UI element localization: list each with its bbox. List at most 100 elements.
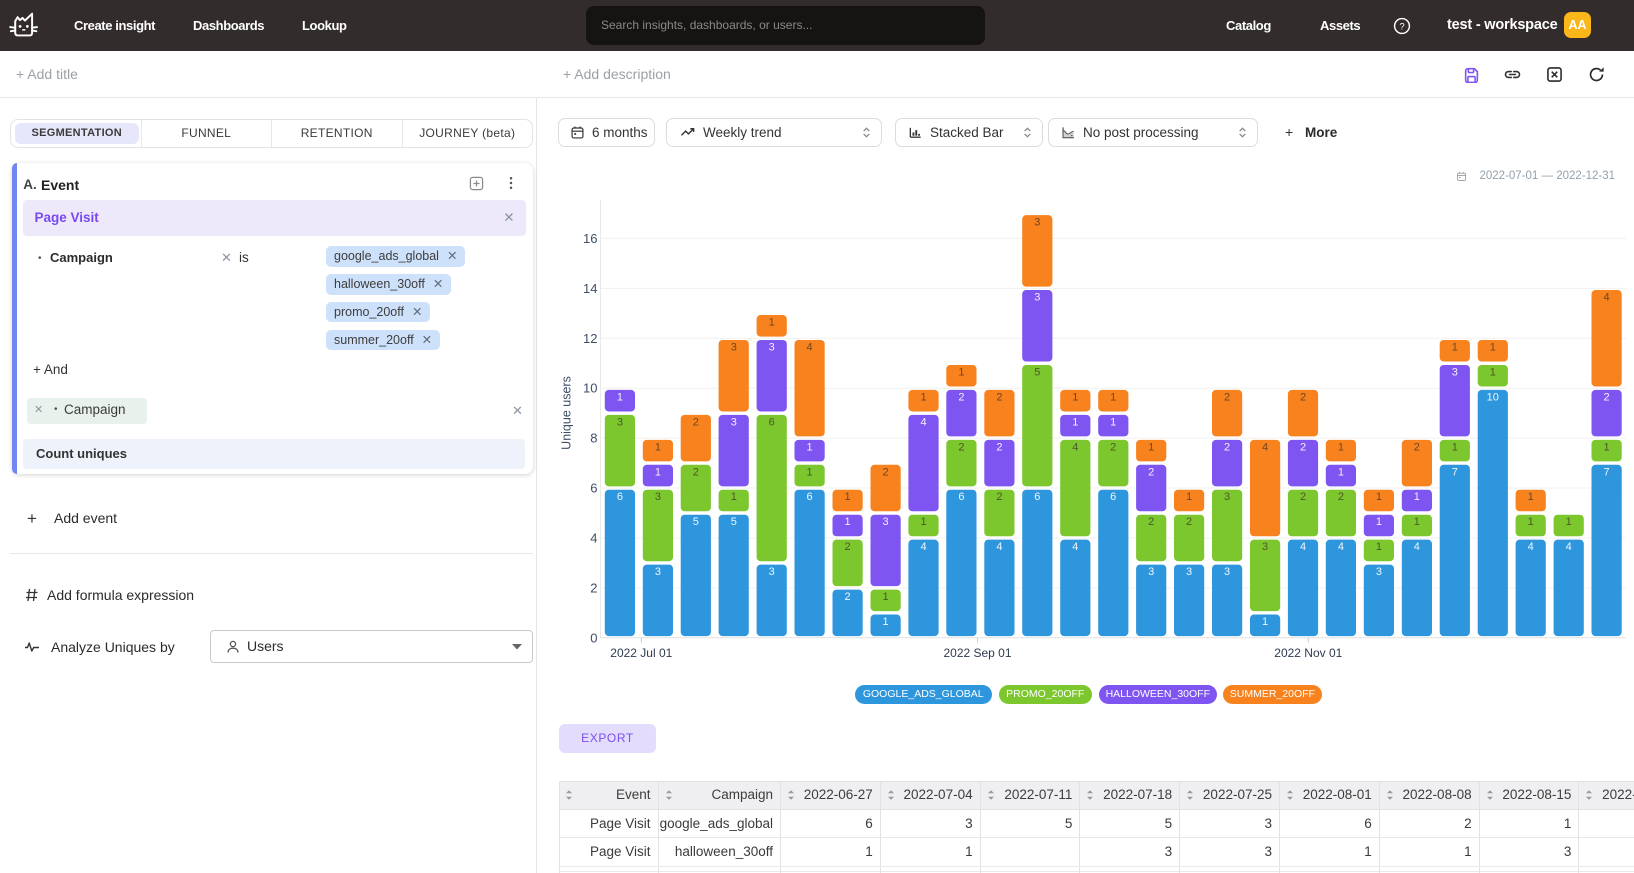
svg-text:1: 1 — [1072, 416, 1078, 428]
svg-text:1: 1 — [1110, 391, 1116, 403]
svg-text:3: 3 — [1034, 292, 1040, 304]
svg-text:4: 4 — [1338, 541, 1344, 553]
svg-text:14: 14 — [583, 281, 597, 296]
svg-text:2022 Sep 01: 2022 Sep 01 — [943, 646, 1011, 660]
svg-text:Unique users: Unique users — [560, 376, 574, 450]
svg-text:10: 10 — [1487, 391, 1499, 403]
svg-text:3: 3 — [1148, 566, 1154, 578]
svg-text:2: 2 — [996, 441, 1002, 453]
svg-text:2022 Nov 01: 2022 Nov 01 — [1274, 646, 1342, 660]
svg-text:4: 4 — [590, 531, 597, 546]
svg-text:1: 1 — [1376, 491, 1382, 503]
svg-text:3: 3 — [883, 516, 889, 528]
svg-text:3: 3 — [1034, 217, 1040, 229]
svg-text:2: 2 — [693, 466, 699, 478]
svg-text:2: 2 — [1300, 391, 1306, 403]
svg-text:2: 2 — [590, 580, 597, 595]
svg-text:4: 4 — [1072, 441, 1078, 453]
svg-text:1: 1 — [845, 491, 851, 503]
svg-text:2: 2 — [996, 491, 1002, 503]
svg-text:3: 3 — [1186, 566, 1192, 578]
svg-text:2: 2 — [1604, 391, 1610, 403]
svg-text:2: 2 — [845, 591, 851, 603]
svg-text:2: 2 — [1148, 516, 1154, 528]
svg-text:3: 3 — [1224, 491, 1230, 503]
svg-text:2: 2 — [996, 391, 1002, 403]
svg-text:4: 4 — [996, 541, 1002, 553]
svg-text:8: 8 — [590, 431, 597, 446]
svg-text:6: 6 — [590, 481, 597, 496]
svg-text:4: 4 — [1300, 541, 1306, 553]
svg-text:1: 1 — [883, 591, 889, 603]
svg-text:2: 2 — [1338, 491, 1344, 503]
svg-text:1: 1 — [845, 516, 851, 528]
svg-text:1: 1 — [807, 466, 813, 478]
svg-text:2: 2 — [693, 416, 699, 428]
svg-text:3: 3 — [1452, 366, 1458, 378]
svg-text:1: 1 — [617, 391, 623, 403]
svg-text:3: 3 — [1224, 566, 1230, 578]
svg-text:3: 3 — [1376, 566, 1382, 578]
svg-text:6: 6 — [1034, 491, 1040, 503]
svg-text:3: 3 — [655, 566, 661, 578]
svg-text:3: 3 — [769, 566, 775, 578]
svg-text:3: 3 — [769, 341, 775, 353]
svg-text:2022 Jul 01: 2022 Jul 01 — [610, 646, 672, 660]
svg-text:2: 2 — [958, 391, 964, 403]
svg-text:1: 1 — [1452, 441, 1458, 453]
svg-text:7: 7 — [1604, 466, 1610, 478]
svg-text:6: 6 — [958, 491, 964, 503]
svg-text:7: 7 — [1452, 466, 1458, 478]
svg-text:5: 5 — [731, 516, 737, 528]
svg-text:1: 1 — [883, 616, 889, 628]
svg-text:1: 1 — [1604, 441, 1610, 453]
svg-text:2: 2 — [1224, 391, 1230, 403]
svg-text:6: 6 — [1110, 491, 1116, 503]
svg-text:3: 3 — [655, 491, 661, 503]
svg-text:2: 2 — [1110, 441, 1116, 453]
svg-text:1: 1 — [1376, 516, 1382, 528]
svg-text:1: 1 — [1110, 416, 1116, 428]
svg-text:4: 4 — [1414, 541, 1420, 553]
svg-text:2: 2 — [1148, 466, 1154, 478]
svg-text:1: 1 — [1262, 616, 1268, 628]
svg-text:1: 1 — [920, 391, 926, 403]
svg-text:4: 4 — [1072, 541, 1078, 553]
svg-text:1: 1 — [1376, 541, 1382, 553]
svg-text:6: 6 — [807, 491, 813, 503]
svg-text:0: 0 — [590, 630, 597, 645]
svg-text:5: 5 — [1034, 366, 1040, 378]
svg-text:5: 5 — [693, 516, 699, 528]
svg-text:4: 4 — [1528, 541, 1534, 553]
svg-text:4: 4 — [920, 416, 926, 428]
svg-text:2: 2 — [1414, 441, 1420, 453]
svg-text:1: 1 — [1072, 391, 1078, 403]
svg-text:2: 2 — [1186, 516, 1192, 528]
svg-text:4: 4 — [1262, 441, 1268, 453]
svg-text:2: 2 — [1300, 441, 1306, 453]
svg-text:1: 1 — [1414, 491, 1420, 503]
svg-text:1: 1 — [731, 491, 737, 503]
svg-text:16: 16 — [583, 231, 597, 246]
svg-text:1: 1 — [1148, 441, 1154, 453]
svg-text:2: 2 — [845, 541, 851, 553]
svg-text:1: 1 — [1338, 466, 1344, 478]
svg-text:2: 2 — [883, 466, 889, 478]
svg-text:1: 1 — [1566, 516, 1572, 528]
svg-text:1: 1 — [807, 441, 813, 453]
svg-text:6: 6 — [769, 416, 775, 428]
svg-text:1: 1 — [1490, 341, 1496, 353]
svg-text:2: 2 — [1224, 441, 1230, 453]
svg-text:1: 1 — [655, 466, 661, 478]
svg-text:4: 4 — [1566, 541, 1572, 553]
svg-text:3: 3 — [731, 416, 737, 428]
svg-text:1: 1 — [769, 317, 775, 329]
svg-text:4: 4 — [920, 541, 926, 553]
svg-text:4: 4 — [1604, 292, 1610, 304]
svg-text:1: 1 — [920, 516, 926, 528]
svg-text:12: 12 — [583, 331, 597, 346]
svg-text:1: 1 — [1528, 491, 1534, 503]
svg-text:1: 1 — [1452, 341, 1458, 353]
svg-text:3: 3 — [731, 341, 737, 353]
svg-text:3: 3 — [617, 416, 623, 428]
